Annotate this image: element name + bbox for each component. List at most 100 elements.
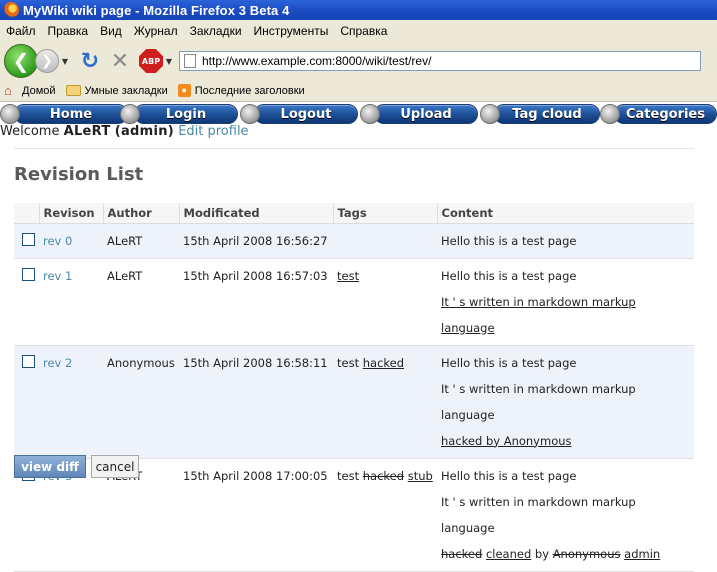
view-diff-button[interactable]: view diff (14, 455, 86, 478)
revision-checkbox[interactable] (22, 354, 35, 368)
modified-cell: 15th April 2008 16:58:11 (179, 345, 333, 459)
content-line: Hello this is a test page (441, 468, 577, 483)
stop-icon: ✕ (110, 48, 130, 74)
content-line: Hello this is a test page (441, 355, 577, 370)
window-titlebar: MyWiki wiki page - Mozilla Firefox 3 Bet… (0, 0, 717, 20)
welcome-prefix: Welcome (0, 124, 60, 139)
adblock-dropdown-arrow-icon[interactable]: ▼ (163, 57, 175, 66)
column-header-tags: Tags (332, 203, 437, 224)
bookmark-home-label: Домой (22, 84, 56, 97)
menu-edit[interactable]: Правка (42, 24, 95, 38)
cancel-button[interactable]: cancel (91, 455, 139, 478)
content-line: It ' s written in markdown markup langua… (441, 381, 636, 422)
nav-login-label: Login (165, 106, 207, 122)
bookmark-home[interactable]: ⌂ Домой (4, 82, 56, 98)
tag-added: test (337, 268, 360, 283)
back-button[interactable]: ❮ (4, 44, 38, 78)
modified-cell: 15th April 2008 16:56:27 (179, 223, 333, 259)
content-line: Hello this is a test page (441, 268, 577, 283)
window-title: MyWiki wiki page - Mozilla Firefox 3 Bet… (23, 2, 290, 18)
menu-bookmarks[interactable]: Закладки (184, 24, 248, 38)
tag-removed: hacked (362, 468, 405, 483)
edit-profile-link[interactable]: Edit profile (178, 124, 248, 139)
content-line: Hello this is a test page (441, 233, 577, 248)
welcome-line: Welcome ALeRT (admin) Edit profile (0, 124, 249, 140)
welcome-role: (admin) (114, 124, 175, 139)
removed-text: Anonymous (552, 546, 621, 561)
stop-button[interactable]: ✕ (107, 48, 133, 74)
revision-cell: rev 0 (39, 223, 103, 259)
nav-knob-icon (120, 104, 140, 124)
tags-cell (333, 223, 437, 259)
welcome-username: ALeRT (63, 124, 111, 139)
forward-arrow-icon: ❯ (41, 53, 53, 69)
menu-tools[interactable]: Инструменты (248, 24, 335, 38)
page-title: Revision List (14, 164, 144, 185)
table-row: rev 0 ALeRT 15th April 2008 16:56:27 Hel… (14, 223, 694, 259)
revision-link[interactable]: rev 0 (43, 234, 72, 248)
url-input[interactable] (202, 54, 692, 68)
revision-table: Revison Author Modificated Tags Content … (14, 203, 694, 572)
back-arrow-icon: ❮ (12, 49, 30, 73)
nav-login[interactable]: Login (134, 104, 238, 124)
diff-by-word: by (534, 546, 550, 561)
menubar: Файл Правка Вид Журнал Закладки Инструме… (0, 20, 717, 42)
nav-categories-label: Categories (625, 106, 705, 122)
menu-help[interactable]: Справка (334, 24, 393, 38)
modified-cell: 15th April 2008 17:00:05 (179, 458, 333, 572)
modified-cell: 15th April 2008 16:57:03 (179, 258, 333, 346)
adblock-button[interactable]: ABP (139, 49, 163, 73)
nav-categories[interactable]: Categories (614, 104, 717, 124)
tags-cell: test (333, 258, 437, 346)
page-icon (184, 54, 196, 68)
bookmark-smart-bookmarks[interactable]: Умные закладки (65, 84, 168, 97)
author-cell: ALeRT (103, 223, 179, 259)
nav-knob-icon (600, 104, 620, 124)
nav-upload[interactable]: Upload (374, 104, 478, 124)
revision-cell: rev 2 (39, 345, 103, 459)
column-header-modified: Modificated (178, 203, 333, 224)
removed-text: hacked (441, 546, 483, 561)
bookmark-headlines-label: Последние заголовки (194, 84, 305, 97)
forward-button[interactable]: ❯ (35, 49, 59, 73)
content-line-added: hacked by Anonymous (441, 433, 572, 448)
home-icon: ⌂ (4, 82, 12, 98)
content-cell: Hello this is a test page It ' s written… (437, 458, 694, 572)
author-cell: Anonymous (103, 345, 179, 459)
content-cell: Hello this is a test page It ' s written… (437, 258, 694, 346)
menu-history[interactable]: Журнал (128, 24, 184, 38)
nav-knob-icon (240, 104, 260, 124)
table-row: rev 2 Anonymous 15th April 2008 16:58:11… (14, 345, 694, 459)
revision-link[interactable]: rev 2 (43, 356, 72, 370)
column-header-author: Author (102, 203, 179, 224)
tag-added: stub (407, 468, 433, 483)
rss-icon: ● (177, 84, 191, 97)
nav-upload-label: Upload (400, 106, 452, 122)
reload-button[interactable]: ↻ (77, 48, 103, 74)
table-row: rev 1 ALeRT 15th April 2008 16:57:03 tes… (14, 258, 694, 346)
nav-home[interactable]: Home (14, 104, 128, 124)
column-header-content: Content (436, 203, 694, 224)
menu-file[interactable]: Файл (0, 24, 42, 38)
author-cell: ALeRT (103, 258, 179, 346)
bookmark-latest-headlines[interactable]: ● Последние заголовки (177, 84, 305, 97)
content-line-diff: hacked cleaned by Anonymous admin (441, 541, 690, 567)
history-dropdown-arrow-icon[interactable]: ▼ (59, 57, 71, 66)
address-bar (179, 51, 701, 71)
nav-logout-label: Logout (280, 106, 332, 122)
folder-icon (65, 85, 81, 96)
nav-tag-cloud[interactable]: Tag cloud (494, 104, 600, 124)
revision-checkbox[interactable] (22, 232, 35, 246)
nav-tag-cloud-label: Tag cloud (512, 106, 582, 122)
tags-cell: test hacked stub (333, 458, 437, 572)
revision-link[interactable]: rev 1 (43, 269, 72, 283)
menu-view[interactable]: Вид (94, 24, 128, 38)
tag: test (337, 468, 360, 483)
nav-logout[interactable]: Logout (254, 104, 358, 124)
tag-added: hacked (362, 355, 405, 370)
navigation-toolbar: ❮ ❯ ▼ ↻ ✕ ABP ▼ (0, 42, 717, 80)
bookmark-smart-label: Умные закладки (84, 84, 168, 97)
table-header-row: Revison Author Modificated Tags Content (14, 203, 694, 224)
revision-checkbox[interactable] (22, 267, 35, 281)
added-text: admin (624, 546, 661, 561)
